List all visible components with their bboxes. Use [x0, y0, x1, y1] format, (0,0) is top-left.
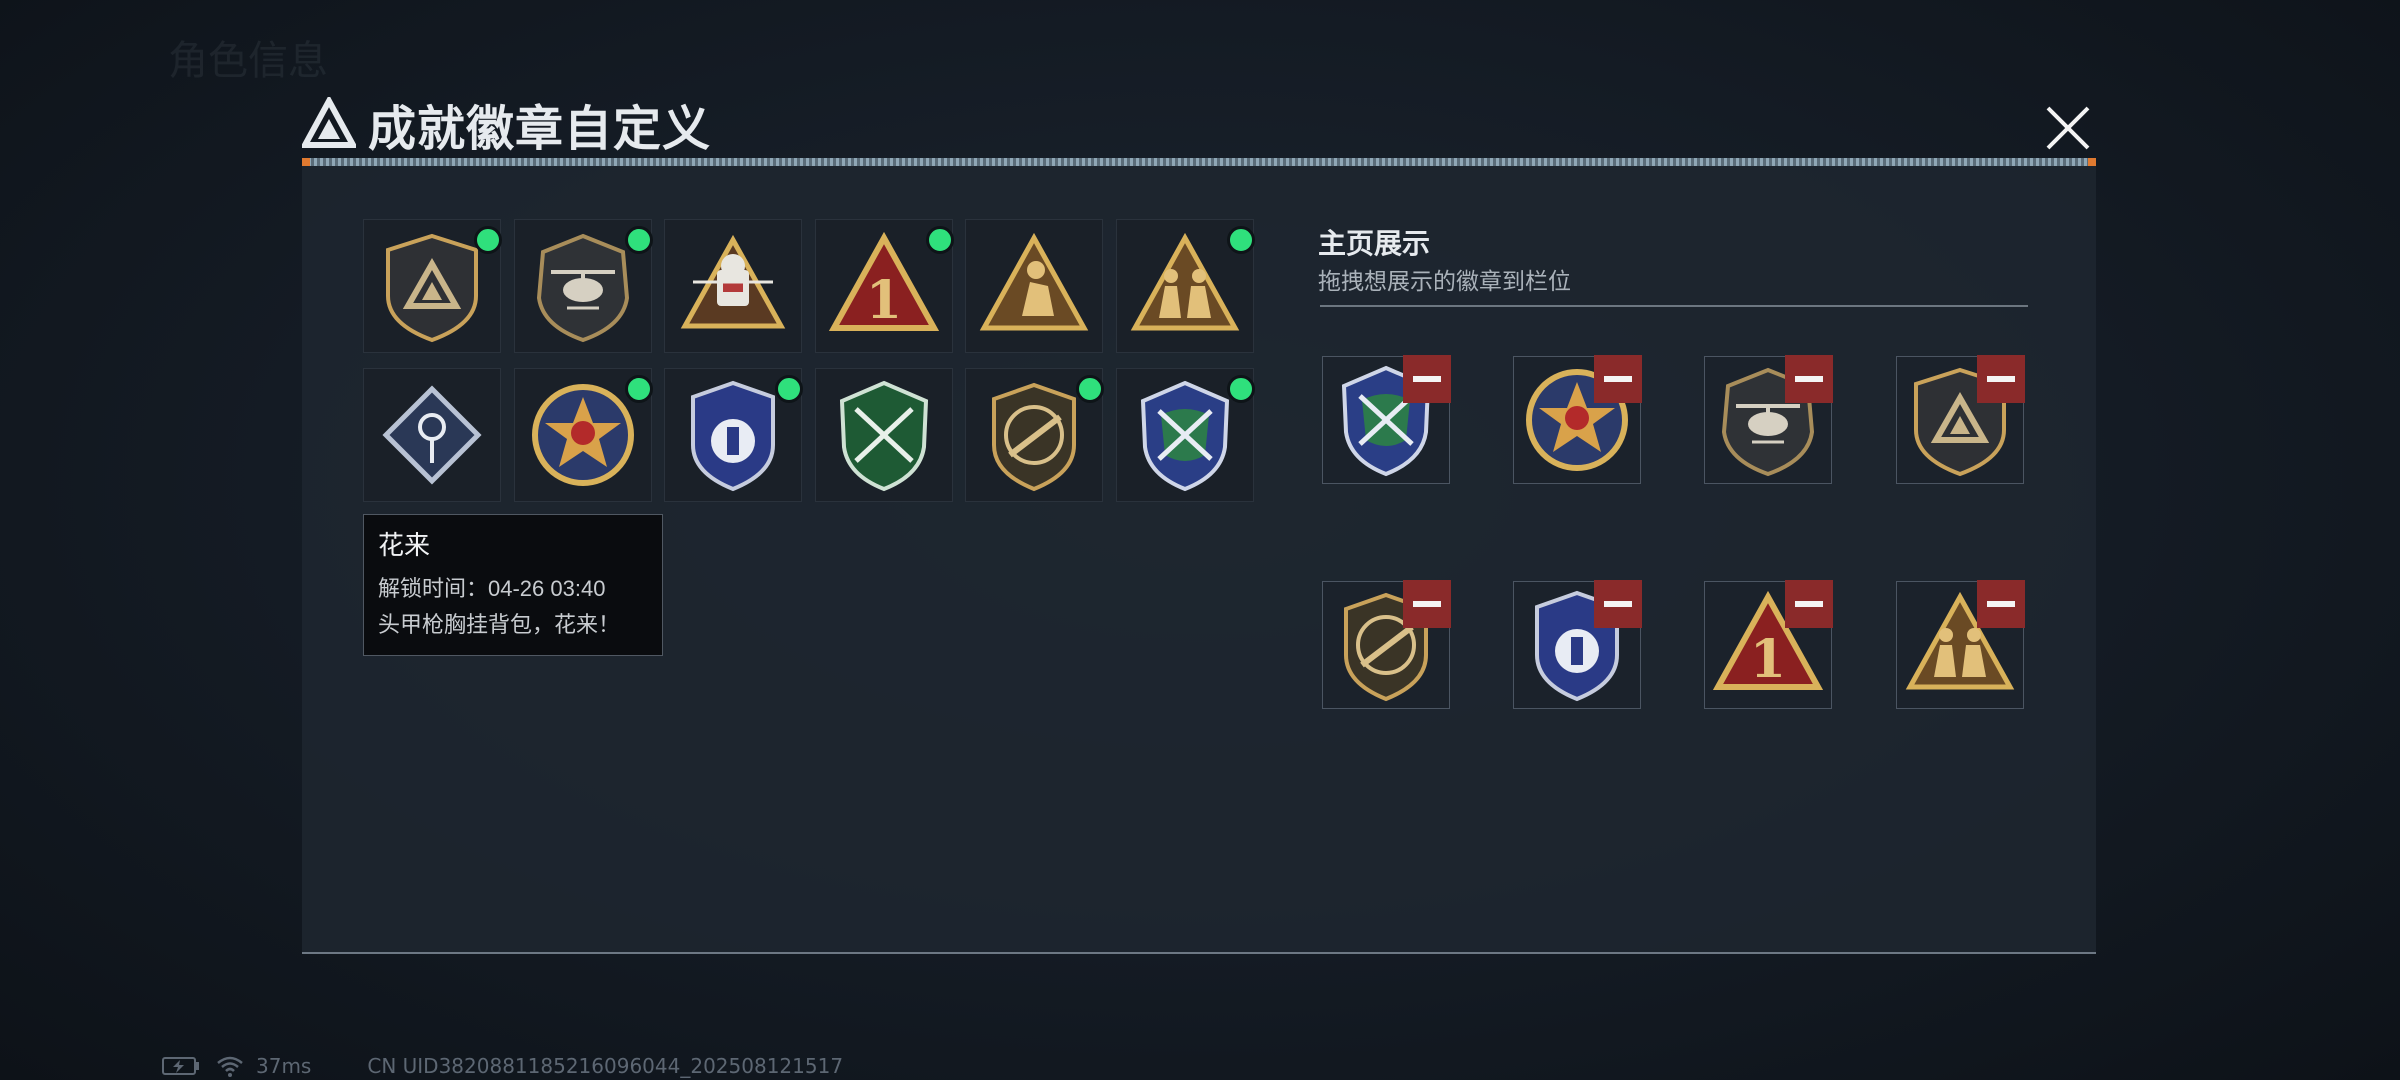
new-indicator-dot [1227, 226, 1255, 254]
modal-title-text: 成就徽章自定义 [368, 103, 712, 156]
wifi-icon [217, 1056, 243, 1077]
badge-slot[interactable] [363, 368, 501, 502]
new-indicator-dot [926, 226, 954, 254]
new-indicator-dot [1227, 375, 1255, 403]
background-header-ghost: 角色信息 [168, 39, 328, 83]
new-indicator-dot [625, 375, 653, 403]
badge-tooltip: 花来 解锁时间：04-26 03:40 头甲枪胸挂背包，花来！ [363, 514, 663, 656]
tooltip-badge-name: 花来 [378, 530, 431, 560]
modal-title: 成就徽章自定义 [302, 94, 711, 156]
badge-slot[interactable] [664, 368, 803, 502]
tooltip-unlock-time: 解锁时间：04-26 03:40 [378, 576, 606, 601]
showcase-subtitle: 拖拽想展示的徽章到栏位 [1318, 268, 1571, 294]
showcase-slot[interactable] [1322, 580, 1451, 709]
close-icon[interactable] [2040, 100, 2096, 156]
showcase-slot[interactable] [1896, 355, 2025, 484]
new-indicator-dot [775, 375, 803, 403]
showcase-slot[interactable] [1704, 355, 1833, 484]
badge-slot[interactable] [514, 368, 653, 502]
showcase-divider [1320, 305, 2028, 307]
showcase-slot[interactable]: 1 [1704, 580, 1833, 709]
badge-slot[interactable] [815, 368, 953, 502]
remove-badge-button[interactable] [1594, 580, 1642, 628]
rose-diamond-badge-icon [382, 385, 482, 485]
badge-slot[interactable] [965, 219, 1103, 353]
new-indicator-dot [474, 226, 502, 254]
showcase-slot[interactable] [1896, 580, 2025, 709]
badge-slot[interactable] [514, 219, 653, 353]
showcase-slot[interactable] [1513, 355, 1642, 484]
remove-badge-button[interactable] [1403, 580, 1451, 628]
badge-slot[interactable] [1116, 219, 1255, 353]
badge-slot[interactable] [664, 219, 802, 353]
soldier-helmet-triangle-badge-icon [680, 234, 786, 329]
status-bar: 37ms CN UID3820881185216096044_202508121… [162, 1054, 843, 1078]
svg-text:1: 1 [1750, 629, 1786, 690]
battery-icon [162, 1057, 199, 1075]
showcase-title: 主页展示 [1318, 228, 1431, 259]
remove-badge-button[interactable] [1785, 355, 1833, 403]
remove-badge-button[interactable] [1594, 355, 1642, 403]
svg-text:1: 1 [866, 270, 902, 331]
remove-badge-button[interactable] [1977, 355, 2025, 403]
badge-slot[interactable] [1116, 368, 1255, 502]
tooltip-description: 头甲枪胸挂背包，花来！ [378, 612, 621, 637]
showcase-slot[interactable] [1513, 580, 1642, 709]
uid-readout: CN UID3820881185216096044_202508121517 [367, 1054, 844, 1078]
badge-slot[interactable] [965, 368, 1104, 502]
green-crossed-rifles-badge-icon [839, 380, 929, 492]
badge-slot[interactable]: 1 [815, 219, 954, 353]
new-indicator-dot [1076, 375, 1104, 403]
ping-readout: 37ms [256, 1054, 312, 1078]
new-indicator-dot [625, 226, 653, 254]
remove-badge-button[interactable] [1403, 355, 1451, 403]
badge-slot[interactable] [363, 219, 502, 353]
remove-badge-button[interactable] [1977, 580, 2025, 628]
remove-badge-button[interactable] [1785, 580, 1833, 628]
crouching-soldier-triangle-badge-icon [979, 232, 1089, 331]
triangle-logo-icon [302, 97, 356, 148]
showcase-slot[interactable] [1322, 355, 1451, 484]
title-divider [302, 158, 2096, 166]
